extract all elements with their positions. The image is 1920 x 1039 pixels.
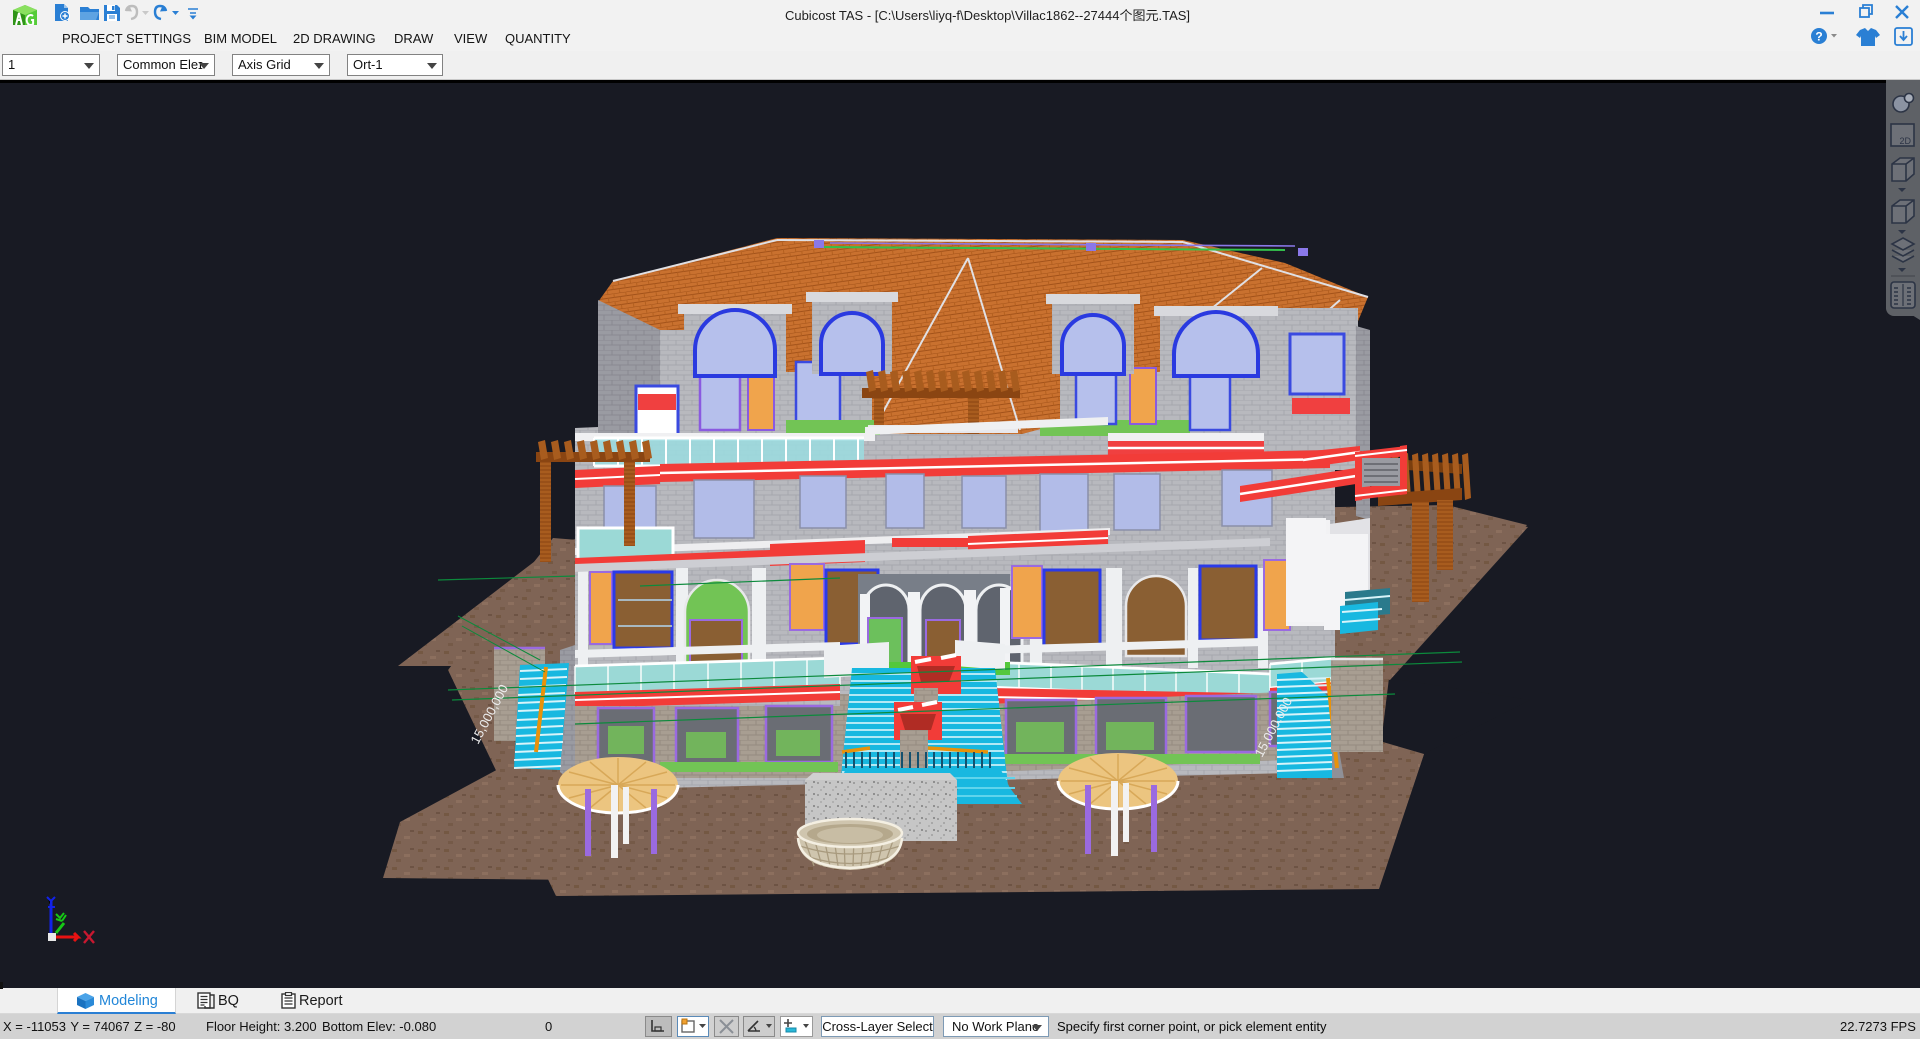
svg-text:2D: 2D — [1899, 136, 1911, 146]
svg-text:?: ? — [1815, 30, 1822, 44]
